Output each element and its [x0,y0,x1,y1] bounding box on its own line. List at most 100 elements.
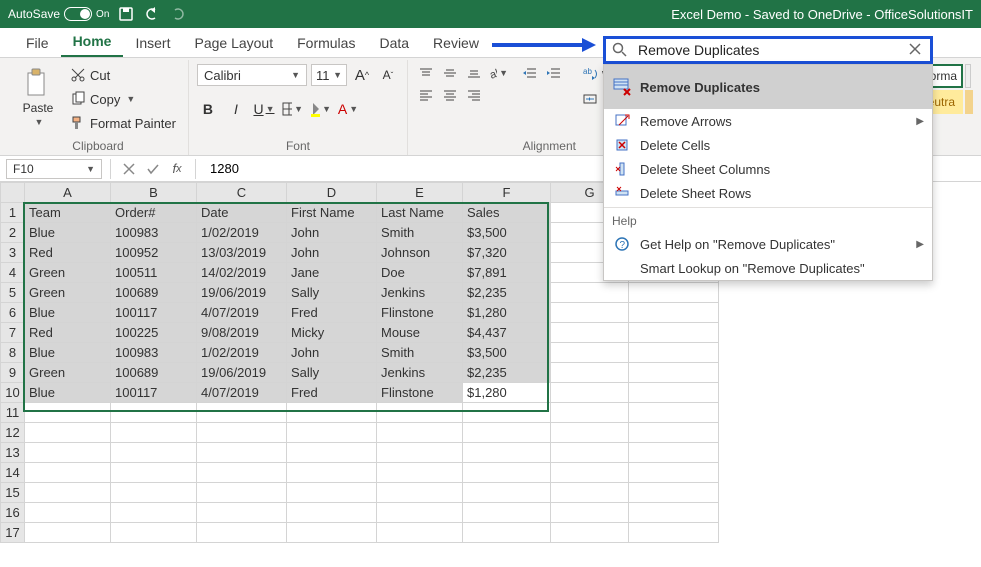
row-header[interactable]: 13 [1,443,25,463]
cell[interactable]: 100117 [111,303,197,323]
cell[interactable]: 14/02/2019 [197,263,287,283]
redo-icon[interactable] [169,5,187,23]
cell[interactable] [377,403,463,423]
cell[interactable] [25,503,111,523]
cell[interactable]: 100983 [111,223,197,243]
font-color-button[interactable]: A▼ [337,98,359,120]
cell[interactable] [551,403,629,423]
autosave-toggle[interactable]: AutoSave On [8,7,109,21]
cell[interactable] [629,423,719,443]
underline-button[interactable]: U▼ [253,98,275,120]
align-top-button[interactable] [416,64,436,82]
undo-icon[interactable] [143,5,161,23]
cell[interactable] [629,383,719,403]
border-button[interactable]: ▼ [281,98,303,120]
search-result-remove-duplicates[interactable]: Remove Duplicates [604,65,932,109]
cell[interactable] [551,523,629,543]
cell[interactable]: Red [25,243,111,263]
cell[interactable] [25,403,111,423]
format-painter-button[interactable]: Format Painter [66,112,180,134]
align-center-button[interactable] [440,86,460,104]
cell[interactable] [197,423,287,443]
column-header[interactable]: B [111,183,197,203]
cell[interactable] [629,303,719,323]
search-input[interactable] [636,41,908,59]
cell[interactable] [629,483,719,503]
cell[interactable] [25,463,111,483]
search-result-delete-rows[interactable]: Delete Sheet Rows [604,181,932,205]
cell[interactable] [25,423,111,443]
cell[interactable] [197,463,287,483]
tab-home[interactable]: Home [61,27,124,57]
column-header[interactable]: D [287,183,377,203]
cell[interactable]: Jane [287,263,377,283]
cell[interactable] [629,503,719,523]
cell[interactable]: Blue [25,303,111,323]
cell[interactable]: 1/02/2019 [197,343,287,363]
cell[interactable]: John [287,343,377,363]
cell[interactable] [629,283,719,303]
cell[interactable]: 4/07/2019 [197,383,287,403]
cell[interactable] [377,463,463,483]
cell[interactable]: 100511 [111,263,197,283]
cell[interactable] [629,443,719,463]
row-header[interactable]: 15 [1,483,25,503]
cell[interactable]: $2,235 [463,283,551,303]
cell[interactable] [629,523,719,543]
align-bottom-button[interactable] [464,64,484,82]
decrease-font-button[interactable]: Aˇ [377,64,399,86]
cell[interactable]: Blue [25,383,111,403]
cell[interactable]: 100983 [111,343,197,363]
italic-button[interactable]: I [225,98,247,120]
cell[interactable] [551,303,629,323]
cell[interactable]: Blue [25,223,111,243]
cell[interactable]: Fred [287,303,377,323]
cell[interactable] [551,423,629,443]
cell[interactable] [197,523,287,543]
cell[interactable] [287,443,377,463]
cell[interactable] [377,443,463,463]
tab-data[interactable]: Data [367,29,421,57]
cell[interactable] [551,383,629,403]
cell[interactable]: Green [25,283,111,303]
orientation-button[interactable]: ab▼ [488,64,508,82]
column-header[interactable]: E [377,183,463,203]
cell[interactable] [111,523,197,543]
cell[interactable]: Jenkins [377,363,463,383]
increase-font-button[interactable]: A^ [351,64,373,86]
row-header[interactable]: 11 [1,403,25,423]
save-icon[interactable] [117,5,135,23]
cell[interactable] [287,503,377,523]
cell[interactable]: $4,437 [463,323,551,343]
cell[interactable]: Smith [377,223,463,243]
cell[interactable]: Blue [25,343,111,363]
cell[interactable] [377,503,463,523]
cell[interactable]: Mouse [377,323,463,343]
cell[interactable] [111,463,197,483]
cell[interactable] [197,403,287,423]
search-get-help[interactable]: ? Get Help on "Remove Duplicates" ▶ [604,232,932,256]
cell[interactable]: 100689 [111,283,197,303]
row-header[interactable]: 7 [1,323,25,343]
cell[interactable]: Micky [287,323,377,343]
cell[interactable] [629,343,719,363]
cell[interactable] [25,443,111,463]
align-middle-button[interactable] [440,64,460,82]
tab-file[interactable]: File [14,29,61,57]
paste-button[interactable]: Paste ▼ [16,64,60,130]
row-header[interactable]: 5 [1,283,25,303]
font-name-select[interactable]: Calibri▼ [197,64,307,86]
cell[interactable] [629,363,719,383]
cell[interactable] [463,483,551,503]
cancel-formula-button[interactable] [119,159,139,179]
row-header[interactable]: 6 [1,303,25,323]
cell[interactable]: 19/06/2019 [197,283,287,303]
cell[interactable] [111,443,197,463]
cell[interactable] [551,323,629,343]
cell[interactable]: Sally [287,363,377,383]
cell[interactable] [463,443,551,463]
row-header[interactable]: 10 [1,383,25,403]
cell[interactable]: Sales [463,203,551,223]
cell[interactable]: John [287,223,377,243]
row-header[interactable]: 8 [1,343,25,363]
